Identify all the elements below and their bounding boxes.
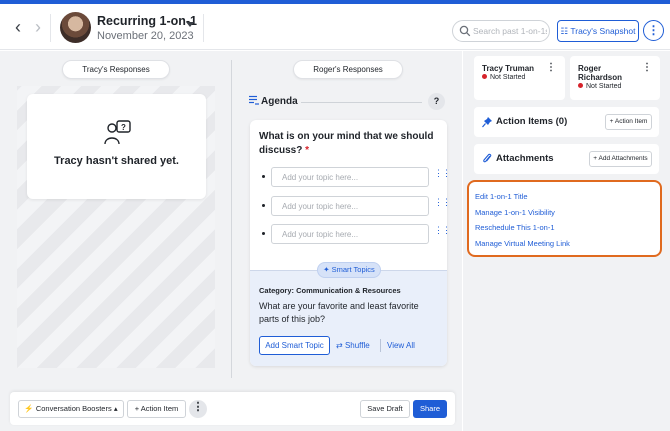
manage-visibility-link[interactable]: Manage 1-on-1 Visibility [475,208,555,217]
back-arrow-icon[interactable]: ‹ [11,18,25,36]
bullet [262,204,265,207]
conversation-boosters-label: Conversation Boosters [35,404,112,413]
smart-topic-question: What are your favorite and least favorit… [259,301,419,324]
participant-card-roger: Roger Richardson Not Started ⋮ [570,56,660,100]
edit-title-link[interactable]: Edit 1-on-1 Title [475,192,528,201]
chevron-down-icon[interactable] [186,22,194,27]
header: ‹ › Recurring 1-on-1 November 20, 2023 ☷… [0,4,670,50]
tab-tracy-responses[interactable]: Tracy's Responses [62,60,170,79]
shuffle-label: Shuffle [344,341,370,350]
topic-row: ⋮⋮ [259,196,447,216]
action-items-title: Action Items (0) [496,116,568,127]
column-divider [231,60,232,378]
shuffle-button[interactable]: ⇄ Shuffle [336,341,370,350]
paperclip-icon [483,153,492,163]
drag-handle-icon[interactable]: ⋮⋮ [434,169,447,184]
smart-topics-label: Smart Topics [331,265,375,274]
participant-status-label: Not Started [586,83,622,90]
shuffle-icon: ⇄ [336,341,343,350]
footer-more-button[interactable]: ⋮ [189,400,207,418]
snapshot-icon: ☷ [560,26,569,36]
search-box[interactable] [452,20,550,42]
participant-status-label: Not Started [490,74,526,81]
share-button[interactable]: Share [413,400,447,418]
participant-status: Not Started [578,83,621,90]
drag-handle-icon[interactable]: ⋮⋮ [434,226,447,241]
add-smart-topic-button[interactable]: Add Smart Topic [259,336,330,355]
status-dot [482,74,487,79]
meeting-actions-menu: Edit 1-on-1 Title Manage 1-on-1 Visibili… [467,180,662,257]
conversation-boosters-button[interactable]: ⚡ Conversation Boosters ▴ [18,400,124,418]
participant-name: Tracy Truman [482,64,535,73]
header-divider [50,14,51,42]
add-action-item-sidebar-button[interactable]: + Action Item [605,114,652,130]
search-icon [459,25,471,37]
agenda-title: Agenda [261,96,298,107]
status-dot [578,83,583,88]
agenda-card: What is on your mind that we should disc… [250,120,447,366]
footer-toolbar: ⚡ Conversation Boosters ▴ + Action Item … [10,392,455,425]
required-marker: * [305,145,310,156]
avatar [60,12,91,43]
empty-state-card: ? Tracy hasn't shared yet. [27,94,206,199]
link-divider [380,339,381,352]
participant-name: Roger Richardson [578,64,623,82]
bolt-icon: ⚡ [24,404,34,413]
empty-state-message: Tracy hasn't shared yet. [54,155,179,167]
forward-arrow-icon[interactable]: › [31,18,45,36]
bullet [262,232,265,235]
topic-row: ⋮⋮ [259,167,447,187]
search-input[interactable] [473,24,547,38]
participant-more-button[interactable]: ⋮ [642,63,652,73]
agenda-list-icon [249,95,259,105]
attachments-title: Attachments [496,153,554,164]
page-title: Recurring 1-on-1 [97,14,198,28]
view-all-link[interactable]: View All [387,341,415,350]
snapshot-button[interactable]: ☷ Tracy's Snapshot [557,20,639,42]
smart-topic-category: Category: Communication & Resources [259,286,401,295]
participant-more-button[interactable]: ⋮ [546,63,556,73]
header-divider [203,14,204,42]
tab-roger-responses[interactable]: Roger's Responses [293,60,403,79]
caret-up-icon: ▴ [113,404,118,413]
meeting-date: November 20, 2023 [97,30,194,42]
participant-status: Not Started [482,74,525,81]
agenda-question: What is on your mind that we should disc… [259,130,439,158]
bullet [262,175,265,178]
action-items-card: Action Items (0) + Action Item [474,107,659,137]
person-question-icon: ? [104,120,131,145]
manage-meeting-link[interactable]: Manage Virtual Meeting Link [475,239,570,248]
add-attachments-button[interactable]: + Add Attachments [589,151,652,167]
save-draft-button[interactable]: Save Draft [360,400,410,418]
agenda-question-text: What is on your mind that we should disc… [259,131,434,156]
reschedule-link[interactable]: Reschedule This 1-on-1 [475,223,555,232]
smart-topics-badge: ✦ Smart Topics [317,262,381,278]
participant-card-tracy: Tracy Truman Not Started ⋮ [474,56,565,100]
add-action-item-button[interactable]: + Action Item [127,400,186,418]
help-icon[interactable]: ? [428,93,445,110]
topic-input[interactable] [271,224,429,244]
topic-row: ⋮⋮ [259,224,447,244]
more-options-button[interactable]: ⋮ [643,20,664,41]
attachments-card: Attachments + Add Attachments [474,144,659,174]
topic-input[interactable] [271,196,429,216]
smart-topics-icon: ✦ [323,265,330,274]
snapshot-label: Tracy's Snapshot [570,26,636,36]
pin-icon [482,117,492,128]
agenda-divider [301,102,422,103]
drag-handle-icon[interactable]: ⋮⋮ [434,198,447,213]
topic-input[interactable] [271,167,429,187]
svg-text:?: ? [121,123,126,132]
